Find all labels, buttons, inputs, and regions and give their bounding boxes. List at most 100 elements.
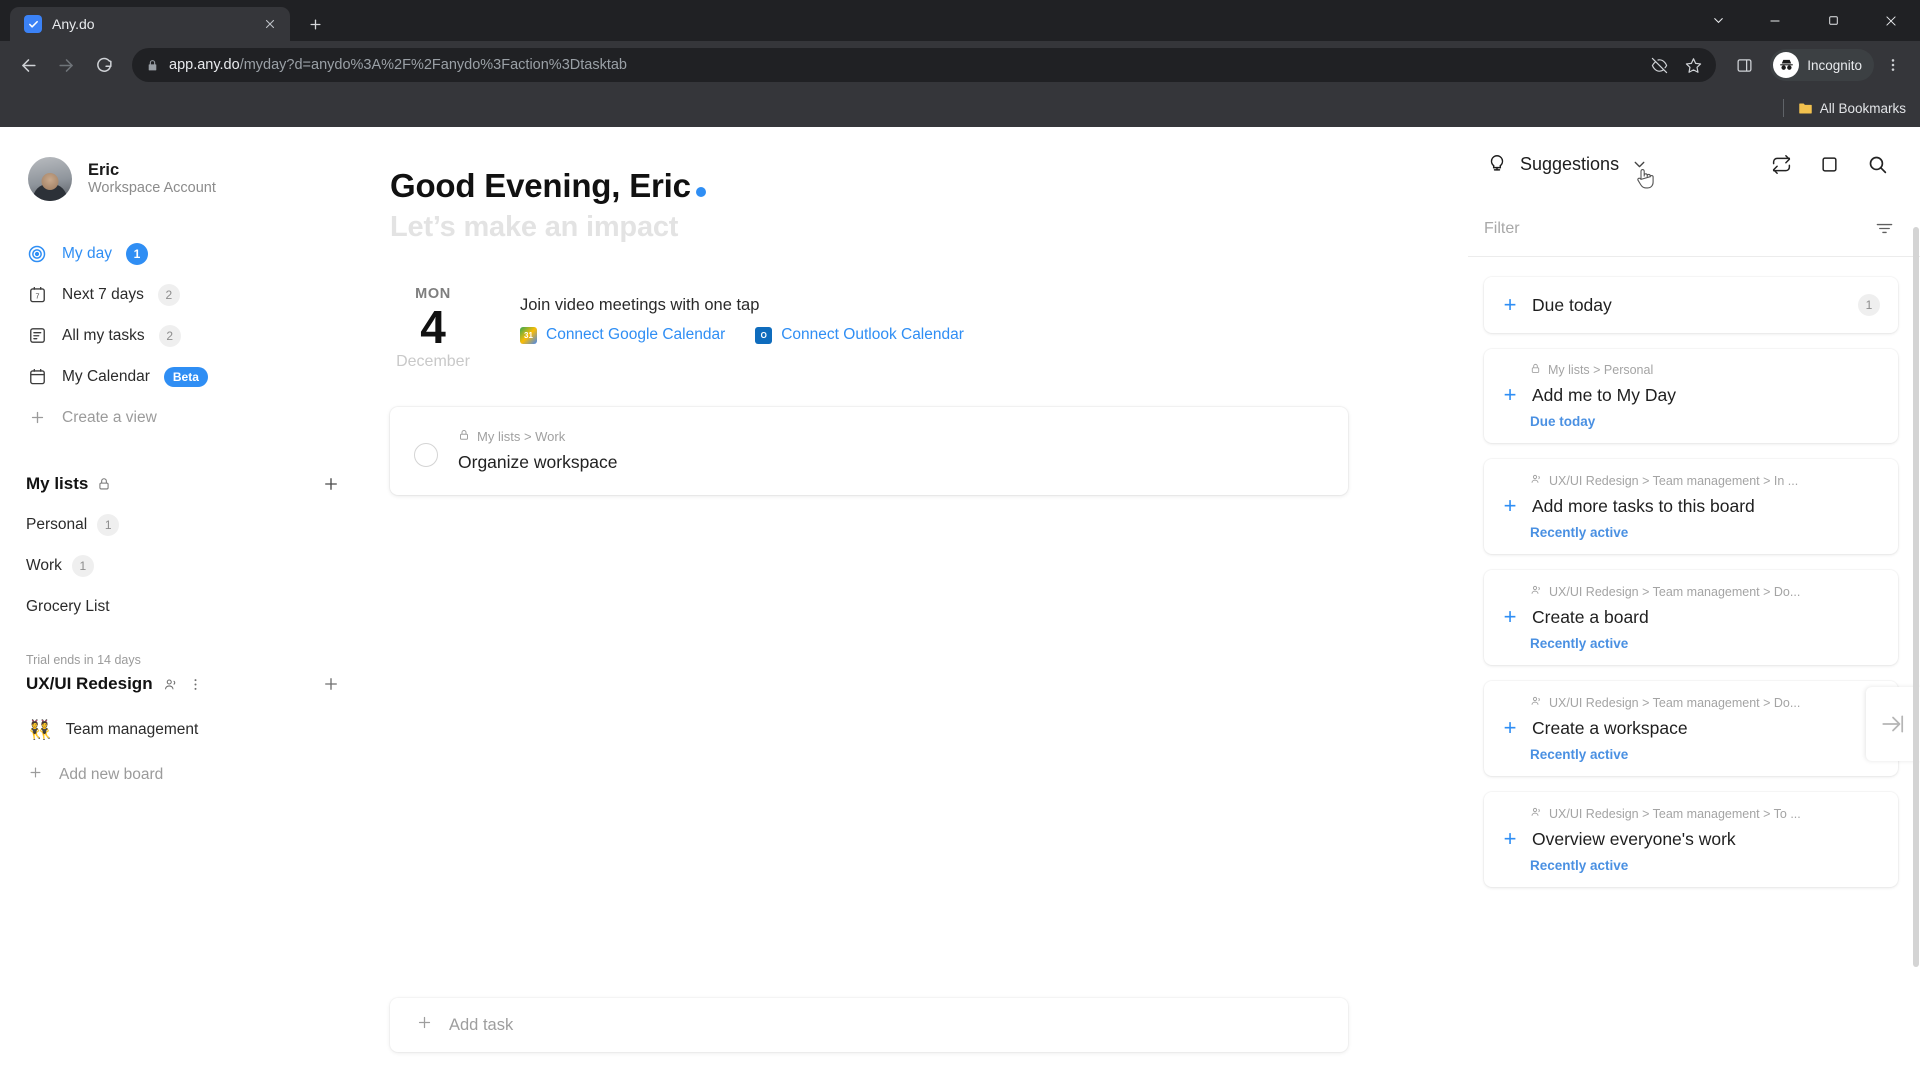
lock-icon — [1530, 363, 1541, 377]
sidebar-item-next-7-days[interactable]: 7 Next 7 days 2 — [0, 274, 362, 315]
incognito-profile-button[interactable]: Incognito — [1770, 49, 1874, 81]
new-tab-button[interactable] — [300, 9, 330, 39]
add-new-board-button[interactable]: Add new board — [0, 753, 362, 797]
group-count-badge: 1 — [1858, 294, 1880, 316]
suggestion-card[interactable]: UX/UI Redesign > Team management > To ..… — [1484, 792, 1898, 887]
people-icon[interactable] — [163, 677, 178, 692]
sidebar-item-my-day[interactable]: My day 1 — [0, 233, 362, 274]
browser-tab[interactable]: Any.do — [10, 7, 290, 41]
close-icon[interactable] — [260, 14, 280, 34]
list-icon — [26, 325, 48, 347]
workspace-header: UX/UI Redesign — [0, 667, 362, 701]
chevron-down-icon[interactable] — [1625, 150, 1654, 189]
suggestion-row: + Overview everyone's work — [1500, 828, 1880, 850]
task-path: My lists > Work — [458, 429, 618, 444]
plus-icon[interactable]: + — [1500, 294, 1520, 316]
task-path-label: My lists > Work — [477, 428, 566, 444]
omnibox-actions — [1644, 50, 1708, 80]
sidebar-item-create-a-view[interactable]: Create a view — [0, 397, 362, 438]
list-item-work[interactable]: Work 1 — [0, 545, 362, 586]
tracking-protection-icon[interactable] — [1644, 50, 1674, 80]
suggestion-card[interactable]: UX/UI Redesign > Team management > In ..… — [1484, 459, 1898, 554]
plus-icon — [28, 765, 43, 785]
board-item-team-management[interactable]: 👯 Team management — [0, 707, 362, 753]
panel-scrollbar[interactable] — [1913, 227, 1919, 967]
badge-count: 1 — [97, 513, 120, 536]
suggestion-card[interactable]: UX/UI Redesign > Team management > Do...… — [1484, 681, 1898, 776]
lock-icon — [458, 429, 470, 444]
forward-icon[interactable] — [48, 47, 84, 83]
list-item-personal[interactable]: Personal 1 — [0, 504, 362, 545]
suggestion-meta: Recently active — [1530, 858, 1629, 873]
suggestion-row: + Create a board — [1500, 606, 1880, 628]
profile-block[interactable]: Eric Workspace Account — [0, 151, 362, 207]
sidebar-item-my-calendar[interactable]: My Calendar Beta — [0, 356, 362, 397]
suggestion-name: Overview everyone's work — [1532, 828, 1736, 849]
connect-outlook-calendar-link[interactable]: O Connect Outlook Calendar — [755, 326, 964, 344]
sidebar-item-all-my-tasks[interactable]: All my tasks 2 — [0, 315, 362, 356]
connect-google-calendar-link[interactable]: 31 Connect Google Calendar — [520, 326, 725, 344]
plus-icon[interactable]: + — [1500, 384, 1520, 406]
filter-input[interactable] — [1484, 219, 1875, 238]
suggestion-path-label: UX/UI Redesign > Team management > In ..… — [1549, 473, 1799, 488]
filter-icon[interactable] — [1875, 219, 1894, 238]
badge-count: 1 — [71, 554, 94, 577]
my-lists-title: My lists — [26, 474, 89, 493]
search-icon[interactable] — [1860, 147, 1894, 181]
date-weekday: MON — [415, 286, 451, 302]
maximize-icon[interactable] — [1804, 0, 1862, 41]
add-workspace-item-button[interactable] — [322, 675, 340, 693]
folder-icon — [1798, 103, 1812, 113]
plus-icon[interactable]: + — [1500, 495, 1520, 517]
suggestions-panel: Suggestions Filter + Due today 1 My list… — [1468, 127, 1920, 1080]
side-panel-icon[interactable] — [1726, 47, 1762, 83]
suggestion-path: UX/UI Redesign > Team management > In ..… — [1500, 473, 1880, 488]
task-card[interactable]: My lists > Work Organize workspace — [390, 406, 1348, 495]
address-bar[interactable]: app.any.do/myday?d=anydo%3A%2F%2Fanydo%3… — [132, 48, 1717, 82]
workspace-name: UX/UI Redesign — [26, 674, 153, 693]
minimize-icon[interactable] — [1746, 0, 1804, 41]
suggestions-title: Suggestions — [1520, 153, 1620, 174]
beta-badge: Beta — [163, 366, 208, 387]
workspace-menu-icon[interactable] — [188, 677, 203, 692]
list-item-label: Personal — [26, 515, 88, 533]
greeting-text: Good Evening, Eric — [390, 167, 691, 204]
refresh-icon[interactable] — [1764, 147, 1798, 181]
suggestions-list[interactable]: + Due today 1 My lists > Personal + Add … — [1468, 257, 1920, 1080]
my-lists-header: My lists — [0, 464, 362, 504]
sidebar: Eric Workspace Account My day 1 7 Next 7 — [0, 127, 362, 1080]
close-window-icon[interactable] — [1862, 0, 1920, 41]
group-label: Due today — [1532, 294, 1612, 315]
suggestion-name: Add me to My Day — [1532, 384, 1676, 405]
browser-window: Any.do app.any.do/myday?d=anydo%3A%2F%2F… — [0, 0, 1920, 1080]
back-icon[interactable] — [10, 47, 46, 83]
add-new-board-label: Add new board — [59, 766, 164, 783]
suggestion-card[interactable]: UX/UI Redesign > Team management > Do...… — [1484, 570, 1898, 665]
lock-icon — [146, 59, 159, 72]
accent-dot-icon — [695, 187, 706, 197]
plus-icon[interactable]: + — [1500, 606, 1520, 628]
all-bookmarks-button[interactable]: All Bookmarks — [1798, 101, 1906, 116]
plus-icon[interactable]: + — [1500, 828, 1520, 850]
suggestion-group-due-today[interactable]: + Due today 1 — [1484, 277, 1898, 333]
list-item-grocery-list[interactable]: Grocery List — [0, 586, 362, 627]
suggestion-card[interactable]: My lists > Personal + Add me to My Day D… — [1484, 349, 1898, 443]
reload-icon[interactable] — [86, 47, 122, 83]
chevron-down-icon[interactable] — [1690, 0, 1746, 41]
add-list-button[interactable] — [322, 475, 340, 493]
browser-menu-icon[interactable] — [1876, 48, 1910, 82]
plus-icon[interactable]: + — [1500, 717, 1520, 739]
task-checkbox[interactable] — [414, 442, 438, 467]
add-task-placeholder: Add task — [449, 1015, 514, 1034]
anydo-app: Eric Workspace Account My day 1 7 Next 7 — [0, 127, 1920, 1080]
badge-count: 1 — [125, 242, 148, 265]
people-icon — [1530, 695, 1542, 710]
board-toggle-icon[interactable] — [1812, 147, 1846, 181]
calendar-7-icon: 7 — [26, 284, 48, 306]
collapse-panel-button[interactable] — [1866, 687, 1920, 761]
date-meeting-row: MON 4 December Join video meetings with … — [390, 286, 1468, 371]
bookmark-star-icon[interactable] — [1678, 50, 1708, 80]
lightbulb-icon — [1484, 151, 1510, 177]
add-task-input[interactable]: Add task — [390, 998, 1348, 1052]
window-controls — [1690, 0, 1920, 41]
